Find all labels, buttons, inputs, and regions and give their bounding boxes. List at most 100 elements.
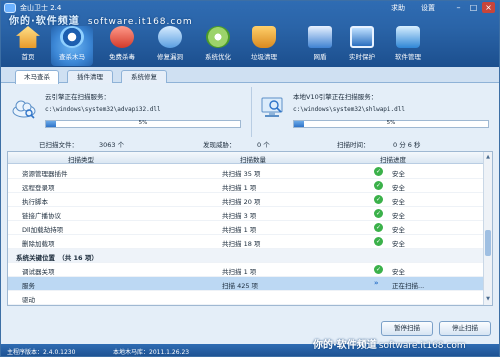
scan-type-cell: 链接广播协议 — [22, 212, 61, 220]
scan-type-cell: 远程登录项 — [22, 184, 55, 192]
scan-status-cell: 安全 — [392, 268, 405, 276]
scan-count-cell: 扫描 425 项 — [222, 282, 259, 290]
check-icon: ✓ — [374, 181, 383, 190]
scroll-up-icon[interactable]: ▲ — [484, 153, 492, 162]
scan-type-cell: 系统关键位置 （共 16 项） — [16, 254, 98, 262]
main-window: 金山卫士 2.4 求助 设置 – □ × 你的·软件频道 software.it1… — [0, 0, 500, 357]
table-group-row[interactable]: 系统关键位置 （共 16 项） — [8, 249, 484, 263]
maximize-icon[interactable]: □ — [467, 2, 480, 13]
local-engine-title: 本地V10引擎正在扫描服务： — [293, 93, 378, 101]
check-icon: ✓ — [374, 265, 383, 274]
antivirus-icon — [110, 26, 134, 48]
tab-plugin-cleanup[interactable]: 插件清理 — [67, 70, 113, 83]
table-row[interactable]: 驱动 — [8, 291, 484, 305]
scan-type-cell: 删除加载项 — [22, 240, 55, 248]
cloud-engine-title: 云引擎正在扫描服务： — [45, 93, 110, 101]
check-icon: ✓ — [374, 237, 383, 246]
nav-home[interactable]: 首页 — [7, 26, 49, 66]
local-engine-file: c:\windows\system32\shlwapi.dll — [293, 106, 405, 113]
db-version-text: 本地木马库：2011.1.26.23 — [113, 349, 190, 356]
scan-type-cell: Dll加载劫持项 — [22, 226, 64, 234]
scan-type-cell: 调试器关项 — [22, 268, 55, 276]
nav-antivirus[interactable]: 免费杀毒 — [101, 26, 143, 66]
top-bar: 金山卫士 2.4 求助 设置 – □ × 你的·软件频道 software.it1… — [1, 1, 499, 67]
realtime-protect-icon — [350, 26, 374, 48]
table-header: 扫描类型 扫描数量 扫描进度 — [8, 152, 484, 164]
cloud-engine-progress-bar: 5% — [45, 120, 241, 128]
scan-type-cell: 服务 — [22, 282, 35, 290]
local-engine-panel: 本地V10引擎正在扫描服务： c:\windows\system32\shlwa… — [255, 87, 495, 137]
scanned-files-label: 已扫描文件： — [39, 141, 78, 149]
table-row[interactable]: 执行脚本 共扫描 20 项 ✓ 安全 — [8, 193, 484, 207]
table-row[interactable]: 链接广播协议 共扫描 3 项 ✓ 安全 — [8, 207, 484, 221]
cloud-engine-panel: 云引擎正在扫描服务： c:\windows\system32\advapi32.… — [7, 87, 247, 137]
watermark-bottom: 你的·软件频道 software.it168.com — [313, 340, 466, 351]
help-link[interactable]: 求助 — [391, 3, 405, 13]
scan-count-cell: 共扫描 1 项 — [222, 268, 257, 276]
scrollbar-thumb[interactable] — [485, 230, 491, 256]
scan-status-cell: 安全 — [392, 170, 405, 178]
cleanup-icon — [252, 26, 276, 48]
scroll-down-icon[interactable]: ▼ — [484, 295, 492, 304]
scan-time-label: 扫描时间： — [337, 141, 370, 149]
scan-status-cell: 安全 — [392, 226, 405, 234]
check-icon: ✓ — [374, 209, 383, 218]
table-row[interactable]: 远程登录项 共扫描 1 项 ✓ 安全 — [8, 179, 484, 193]
cloud-engine-progress-text: 5% — [138, 120, 148, 126]
header-scan-type: 扫描类型 — [68, 156, 94, 164]
local-engine-progress-bar: 5% — [293, 120, 489, 128]
table-row[interactable]: 删除加载项 共扫描 18 项 ✓ 安全 — [8, 235, 484, 249]
version-text: 主程序版本：2.4.0.1230 — [7, 349, 76, 356]
scan-type-cell: 资源管理器插件 — [22, 170, 68, 178]
minimize-icon[interactable]: – — [452, 2, 465, 13]
nav-cleanup[interactable]: 垃圾清理 — [243, 26, 285, 66]
tab-bar: 木马查杀 插件清理 系统修复 — [1, 67, 499, 84]
scan-status-cell: 安全 — [392, 184, 405, 192]
table-row[interactable]: 调试器关项 共扫描 1 项 ✓ 安全 — [8, 263, 484, 277]
header-scan-progress: 扫描进度 — [380, 156, 406, 164]
nav-realtime-protect[interactable]: 实时保护 — [341, 26, 383, 66]
scan-time-value: 0 分 6 秒 — [393, 141, 421, 149]
nav-patch[interactable]: 修复漏洞 — [149, 26, 191, 66]
check-icon: ✓ — [374, 195, 383, 204]
check-icon: ✓ — [374, 223, 383, 232]
table-row[interactable]: Dll加载劫持项 共扫描 1 项 ✓ 安全 — [8, 221, 484, 235]
scan-stats: 已扫描文件： 3063 个 发现威胁： 0 个 扫描时间： 0 分 6 秒 — [7, 139, 495, 149]
cloud-engine-icon — [12, 100, 36, 119]
scan-count-cell: 共扫描 1 项 — [222, 184, 257, 192]
scan-results-table: 扫描类型 扫描数量 扫描进度 资源管理器插件 共扫描 35 项 ✓ 安全 远程登录项 共扫… — [7, 151, 493, 306]
panel-divider — [251, 87, 252, 137]
scan-status-cell: 安全 — [392, 198, 405, 206]
nav-web-shield[interactable]: 网盾 — [299, 26, 341, 66]
web-shield-icon — [308, 26, 332, 48]
scan-status-cell: 正在扫描... — [392, 282, 425, 290]
tab-trojan-scan[interactable]: 木马查杀 — [15, 70, 59, 84]
software-manager-icon — [396, 26, 420, 48]
local-engine-progress-text: 5% — [386, 120, 396, 126]
close-icon[interactable]: × — [482, 2, 495, 13]
scan-count-cell: 共扫描 18 项 — [222, 240, 261, 248]
scanned-files-value: 3063 个 — [99, 141, 125, 149]
cloud-engine-file: c:\windows\system32\advapi32.dll — [45, 106, 161, 113]
pause-scan-button[interactable]: 暂停扫描 — [381, 321, 433, 336]
scan-status-area: 云引擎正在扫描服务： c:\windows\system32\advapi32.… — [7, 87, 495, 149]
scan-type-cell: 执行脚本 — [22, 198, 48, 206]
nav-trojan-scan[interactable]: 查杀木马 — [51, 26, 93, 66]
settings-link[interactable]: 设置 — [421, 3, 435, 13]
tab-system-repair[interactable]: 系统修复 — [121, 70, 167, 83]
watermark-top: 你的·软件频道 software.it168.com — [9, 16, 193, 27]
nav-software-manager[interactable]: 软件管理 — [387, 26, 429, 66]
table-row[interactable]: 服务 扫描 425 项 » 正在扫描... — [8, 277, 484, 291]
trojan-scan-icon — [60, 26, 84, 48]
patch-icon — [158, 26, 182, 48]
table-row[interactable]: 资源管理器插件 共扫描 35 项 ✓ 安全 — [8, 165, 484, 179]
stop-scan-button[interactable]: 停止扫描 — [439, 321, 491, 336]
threats-value: 0 个 — [257, 141, 270, 149]
nav-optimize[interactable]: 系统优化 — [197, 26, 239, 66]
scan-count-cell: 共扫描 1 项 — [222, 226, 257, 234]
table-scrollbar[interactable]: ▲ ▼ — [483, 152, 492, 305]
header-scan-count: 扫描数量 — [240, 156, 266, 164]
scan-count-cell: 共扫描 3 项 — [222, 212, 257, 220]
scan-status-cell: 安全 — [392, 212, 405, 220]
scanning-arrow-icon: » — [374, 279, 379, 287]
